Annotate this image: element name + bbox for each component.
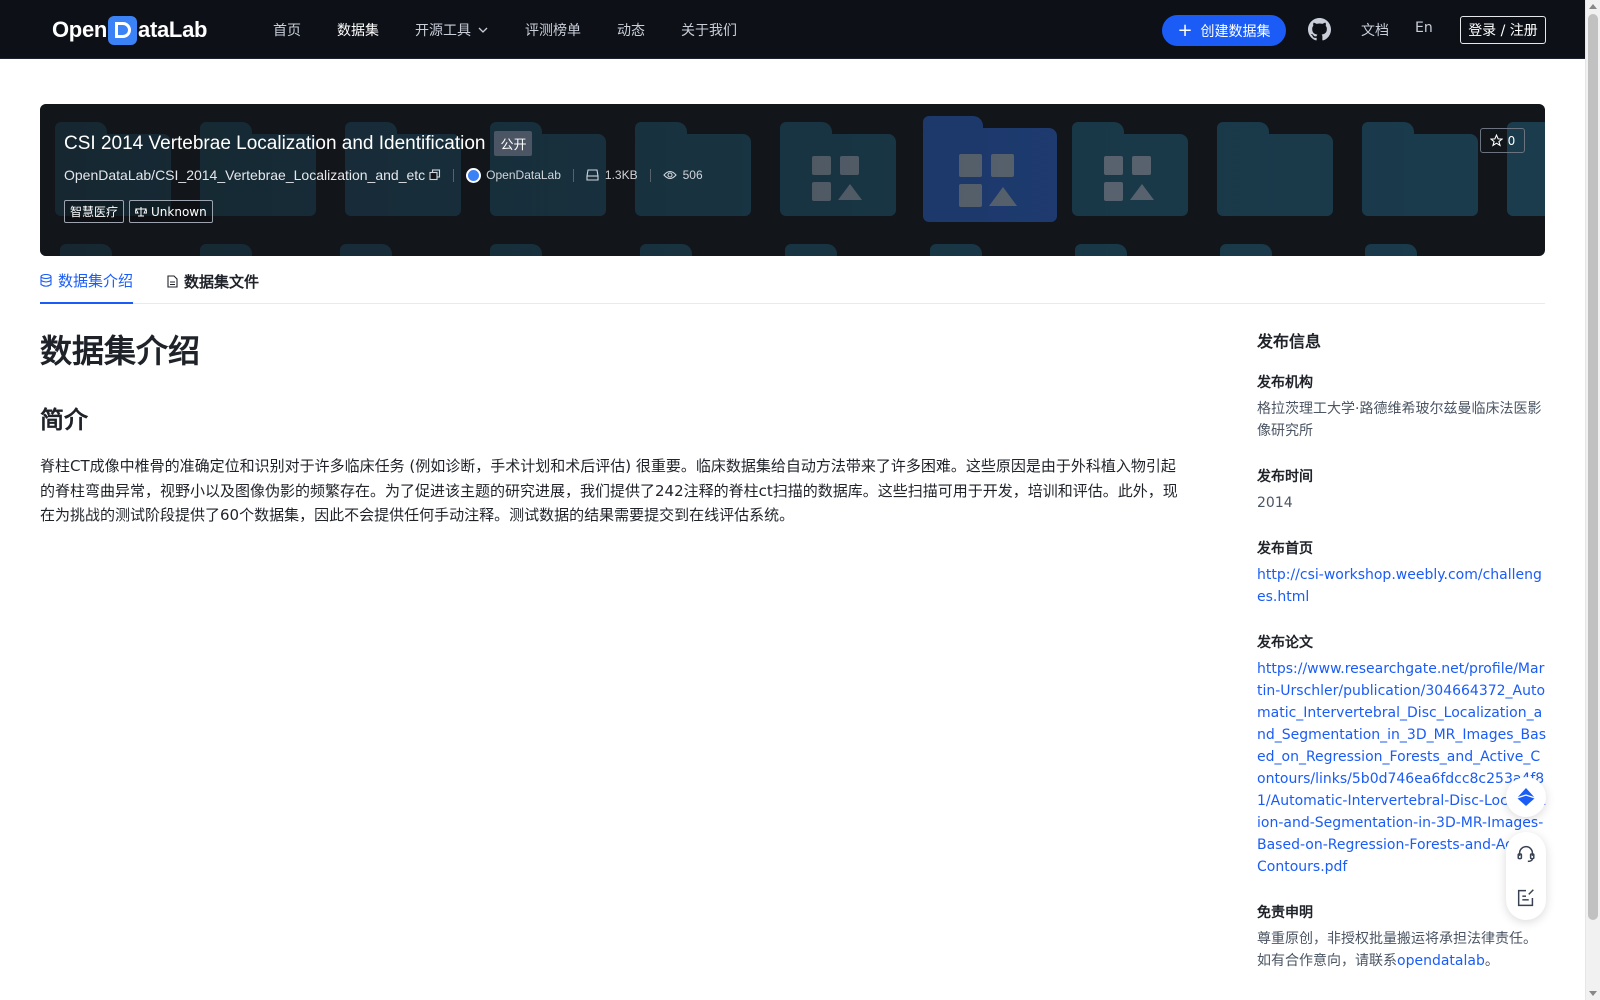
logo-text-datalab: ataLab [138, 17, 208, 42]
nav-opensource-tools[interactable]: 开源工具 [415, 20, 489, 40]
paper-label: 发布论文 [1257, 635, 1313, 651]
visibility-badge: 公开 [494, 131, 533, 156]
disclaimer-label: 免责申明 [1257, 905, 1313, 921]
dataset-title: CSI 2014 Vertebrae Localization and Iden… [64, 132, 486, 154]
publish-time-label: 发布时间 [1257, 469, 1313, 485]
star-icon [1489, 134, 1503, 147]
disk-icon [586, 169, 599, 181]
publisher-value: 格拉茨理工大学·路德维希玻尔兹曼临床法医影像研究所 [1257, 401, 1542, 439]
publish-time-value: 2014 [1257, 495, 1293, 511]
meta-separator [649, 168, 651, 182]
publish-info-panel: 发布信息 发布机构 格拉茨理工大学·路德维希玻尔兹曼临床法医影像研究所 发布时间… [1257, 328, 1547, 972]
dataset-meta-row: OpenDataLab/CSI_2014_Vertebrae_Localizat… [64, 165, 703, 185]
scroll-top-icon [1516, 788, 1536, 806]
dataset-path: OpenDataLab/CSI_2014_Vertebrae_Localizat… [64, 167, 426, 183]
disclaimer-contact-link[interactable]: opendatalab [1397, 953, 1485, 969]
dataset-views: 506 [662, 168, 703, 182]
floating-tool-panel [1506, 832, 1546, 920]
dataset-tabs: 数据集介绍 数据集文件 [40, 258, 1545, 304]
tab-dataset-files-label: 数据集文件 [184, 272, 260, 291]
feedback-icon[interactable] [1515, 887, 1537, 909]
file-icon [167, 274, 178, 288]
top-navbar: Open ataLab 首页 数据集 开源工具 评测榜单 动态 关于我们 + 创… [0, 0, 1585, 59]
create-dataset-label: 创建数据集 [1200, 23, 1271, 40]
github-icon[interactable] [1308, 18, 1331, 41]
org-name: OpenDataLab [486, 168, 561, 182]
logo-d-mark [108, 15, 138, 45]
plus-icon: + [1177, 19, 1193, 41]
org-link[interactable]: OpenDataLab [466, 167, 561, 183]
main-nav: 首页 数据集 开源工具 评测榜单 动态 关于我们 [273, 0, 773, 59]
dataset-size-value: 1.3KB [604, 168, 638, 182]
tab-dataset-files[interactable]: 数据集文件 [167, 258, 259, 304]
paper-link[interactable]: https://www.researchgate.net/profile/Mar… [1257, 658, 1547, 878]
meta-separator [453, 168, 455, 182]
tag-medical[interactable]: 智慧医疗 [64, 200, 125, 223]
summary-heading: 简介 [40, 406, 88, 434]
logo-text-open: Open [52, 17, 108, 42]
nav-about[interactable]: 关于我们 [681, 20, 737, 40]
nav-opensource-tools-label: 开源工具 [415, 22, 471, 39]
tag-license[interactable]: Unknown [129, 200, 213, 223]
opendatalab-logo[interactable]: Open ataLab [52, 14, 207, 46]
tag-medical-label: 智慧医疗 [70, 205, 119, 219]
nav-datasets[interactable]: 数据集 [337, 20, 379, 40]
nav-home[interactable]: 首页 [273, 20, 301, 40]
dataset-tags: 智慧医疗 Unknown [64, 200, 218, 223]
disclaimer-text: 尊重原创，非授权批量搬运将承担法律责任。如有合作意向，请联系opendatala… [1257, 928, 1547, 972]
nav-leaderboard[interactable]: 评测榜单 [525, 20, 581, 40]
create-dataset-button[interactable]: + 创建数据集 [1162, 15, 1286, 46]
dataset-size: 1.3KB [586, 168, 638, 182]
meta-separator [572, 168, 574, 182]
tag-license-label: Unknown [151, 204, 207, 219]
homepage-link[interactable]: http://csi-workshop.weebly.com/challenge… [1257, 564, 1547, 608]
disclaimer-end: 。 [1484, 953, 1499, 969]
intro-paragraph: 脊柱CT成像中椎骨的准确定位和识别对于许多临床任务 (例如诊断，手术计划和术后评… [40, 457, 1178, 524]
homepage-label: 发布首页 [1257, 541, 1313, 557]
scale-icon [135, 207, 148, 217]
star-count: 0 [1507, 133, 1516, 148]
login-register-button[interactable]: 登录 / 注册 [1460, 16, 1546, 44]
nav-docs[interactable]: 文档 [1361, 20, 1389, 40]
tab-dataset-intro-label: 数据集介绍 [58, 271, 134, 290]
star-button[interactable]: 0 [1480, 128, 1525, 153]
scroll-down-arrow[interactable] [1589, 991, 1597, 996]
publish-info-title: 发布信息 [1257, 332, 1322, 351]
support-icon[interactable] [1515, 843, 1537, 865]
dataset-title-row: CSI 2014 Vertebrae Localization and Iden… [64, 131, 533, 156]
scroll-up-arrow[interactable] [1589, 4, 1597, 9]
language-switch[interactable]: En [1415, 20, 1433, 36]
scrollbar-thumb[interactable] [1588, 14, 1598, 920]
publisher-label: 发布机构 [1257, 375, 1313, 391]
page-scrollbar[interactable] [1585, 0, 1600, 1000]
nav-news[interactable]: 动态 [617, 20, 645, 40]
intro-heading: 数据集介绍 [40, 332, 201, 370]
database-icon [40, 273, 52, 287]
dataset-views-value: 506 [682, 168, 703, 182]
chevron-down-icon [478, 27, 488, 33]
scroll-top-button[interactable] [1506, 777, 1546, 817]
eye-icon [662, 170, 677, 180]
org-logo-icon [466, 167, 482, 183]
copy-icon[interactable] [429, 169, 441, 181]
tab-dataset-intro[interactable]: 数据集介绍 [40, 258, 134, 304]
